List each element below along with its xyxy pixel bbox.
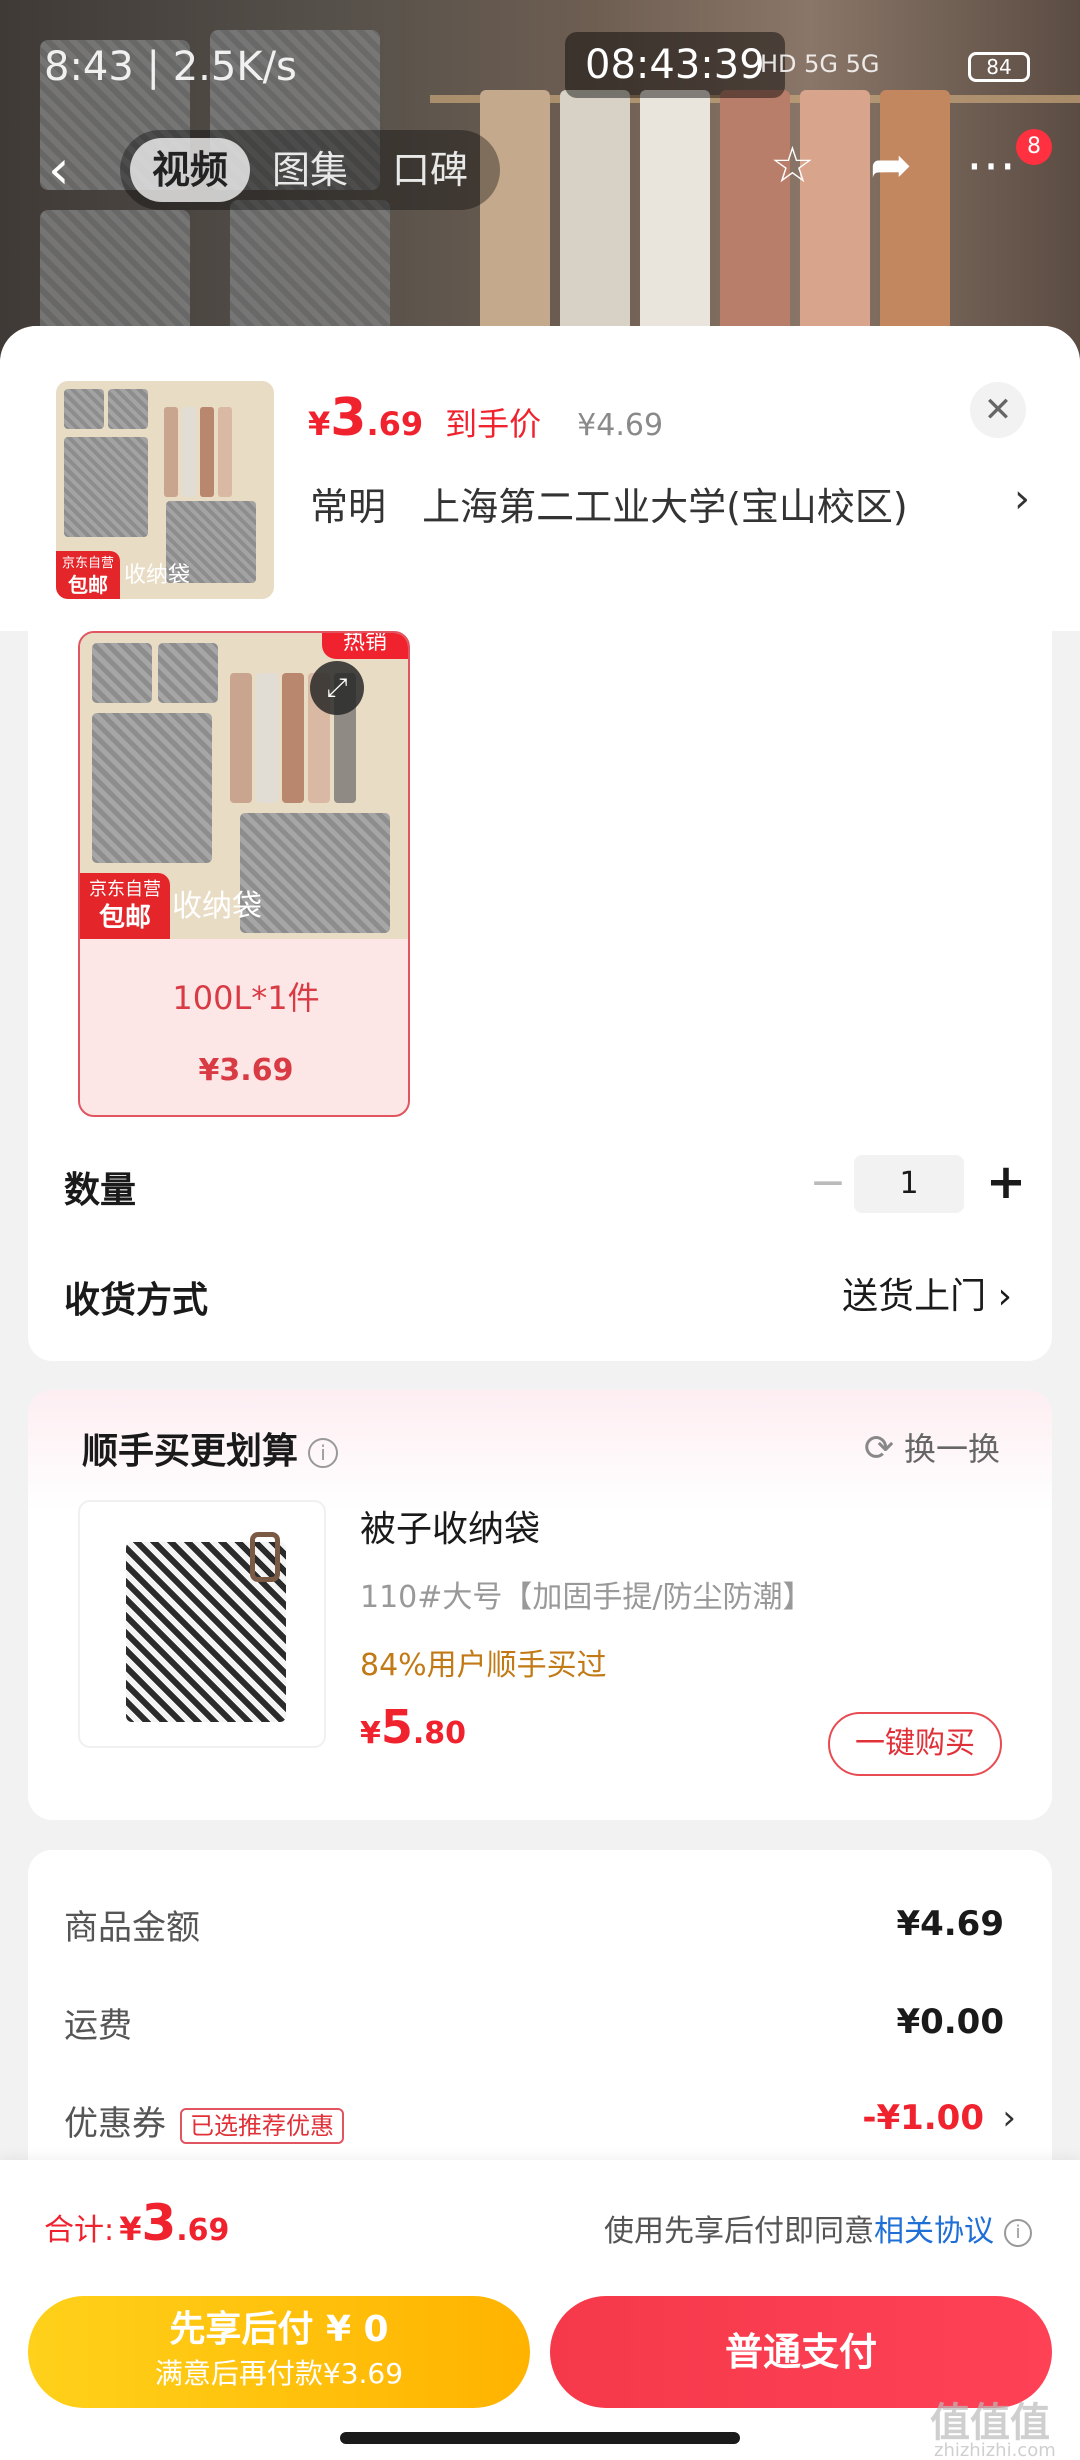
refresh-icon: ⟳ [863,1428,894,1469]
jd-self-operated-tag: 京东自营 包邮 [56,551,120,599]
sheet-header: 京东自营 包邮 收纳袋 ¥ 3 .69 到手价 ¥4.69 ✕ 常明 上海第二工… [0,326,1080,631]
info-icon[interactable]: i [308,1438,339,1468]
quantity-label: 数量 [64,1170,137,1211]
pay-later-subtitle: 满意后再付款¥3.69 [154,2357,404,2390]
upsell-item-spec: 110#大号【加固手提/防尘防潮】 [360,1580,813,1615]
back-icon[interactable]: ‹ [48,143,70,197]
upsell-title: 顺手买更划算 i [82,1422,339,1474]
battery-icon: 84 [968,52,1030,82]
spec-option-name: 100L*1件 [172,979,320,1017]
expand-icon[interactable]: ⤢ [310,661,364,715]
tab-video[interactable]: 视频 [130,138,251,202]
total-price: 合计: ¥3.69 [44,2194,229,2252]
final-price-label: 到手价 [445,405,542,443]
coupon-tag: 已选推荐优惠 [180,2107,344,2144]
total-label: 合计: [44,2213,115,2248]
tab-reviews[interactable]: 口碑 [370,138,490,202]
spec-option-price: ¥3.69 [198,1053,294,1088]
pay-later-button[interactable]: 先享后付 ¥ 0 满意后再付款¥3.69 [28,2296,530,2408]
star-icon[interactable]: ☆ [770,135,815,195]
status-bar: 8:43 | 2.5K/s 08:43:39 HD 5G 5G 84 [0,0,1080,120]
notification-badge: 8 [1016,129,1052,165]
media-tabs: 视频 图集 口碑 [120,130,501,210]
chevron-right-icon: › [1014,476,1030,522]
address-row[interactable]: 常明 上海第二工业大学(宝山校区) › [310,476,1030,536]
upsell-price: ¥5.80 [360,1700,466,1754]
upsell-price-decimal: .80 [412,1716,467,1751]
total-integer: 3 [141,2194,177,2252]
price-symbol: ¥ [308,405,331,443]
goods-amount-value: ¥4.69 [896,1904,1004,1944]
close-button[interactable]: ✕ [970,382,1026,438]
watermark-url: zhizhizhi.com [934,2440,1056,2460]
price-decimal: .69 [366,405,424,443]
total-symbol: ¥ [119,2210,142,2248]
agreement-prefix: 使用先享后付即同意 [604,2214,874,2249]
checkout-sheet: 京东自营 包邮 收纳袋 ¥ 3 .69 到手价 ¥4.69 ✕ 常明 上海第二工… [0,326,1080,2460]
delivery-method-value: 送货上门 [842,1276,987,1317]
swap-label: 换一换 [903,1430,1000,1468]
upsell-item-name[interactable]: 被子收纳袋 [360,1500,540,1552]
quantity-plus-button[interactable]: + [976,1151,1036,1215]
shipping-label: 运费 [64,2006,132,2046]
address-text: 上海第二工业大学(宝山校区) [422,485,908,529]
spec-option-image: 京东自营 包邮 收纳袋 热销 ⤢ [80,633,408,939]
one-click-buy-button[interactable]: 一键购买 [828,1712,1002,1776]
upsell-card: 顺手买更划算 i ⟳ 换一换 被子收纳袋 110#大号【加固手提/防尘防潮】 84%… [28,1390,1052,1820]
total-decimal: .69 [176,2213,230,2248]
top-nav: ‹ 视频 图集 口碑 ☆ ➦ ⋯ 8 [0,125,1080,215]
upsell-bought-text: 84%用户顺手买过 [360,1648,607,1683]
jd-self-operated-tag: 京东自营 包邮 [80,873,170,939]
spec-image-caption: 收纳袋 [172,889,262,924]
spec-option-selected[interactable]: 京东自营 包邮 收纳袋 热销 ⤢ 100L*1件 ¥3.69 [78,631,410,1117]
upsell-price-symbol: ¥ [360,1716,381,1751]
delivery-method-selector[interactable]: 送货上门 › [842,1267,1012,1319]
tab-gallery[interactable]: 图集 [250,138,370,202]
status-left-text: 8:43 | 2.5K/s [44,44,297,90]
price-integer: 3 [330,388,367,448]
upsell-price-integer: 5 [380,1700,413,1754]
chevron-right-icon[interactable]: › [1002,2098,1016,2138]
bag-handle [250,1532,280,1582]
thumb-caption: 收纳袋 [124,563,191,588]
home-indicator[interactable] [340,2432,740,2444]
swap-button[interactable]: ⟳ 换一换 [864,1424,1000,1470]
jd-tag-line2: 包邮 [68,573,108,597]
price-row: ¥ 3 .69 到手价 ¥4.69 [308,388,663,458]
spec-card: 京东自营 包邮 收纳袋 热销 ⤢ 100L*1件 ¥3.69 数量 − 1 + … [28,631,1052,1361]
bottom-pay-bar: 合计: ¥3.69 使用先享后付即同意相关协议 i 先享后付 ¥ 0 满意后再付款… [0,2160,1080,2460]
goods-amount-label: 商品金额 [64,1908,200,1948]
recipient-name: 常明 [310,485,387,529]
more-icon[interactable]: ⋯ [966,135,1016,195]
upsell-item-image[interactable] [78,1500,326,1748]
original-price: ¥4.69 [577,408,664,443]
coupon-label: 优惠券 [64,2104,166,2144]
quantity-value[interactable]: 1 [854,1155,964,1213]
network-indicator: HD 5G 5G [760,50,880,78]
hot-sale-tag: 热销 [322,633,408,659]
agreement-text: 使用先享后付即同意相关协议 i [604,2206,1032,2250]
coupon-row[interactable]: 优惠券 已选推荐优惠 [64,2096,344,2145]
jd-tag-line2: 包邮 [98,903,151,933]
agreement-link[interactable]: 相关协议 [874,2214,994,2249]
jd-tag-line1: 京东自营 [61,556,114,571]
quantity-minus-button[interactable]: − [798,1155,858,1215]
shipping-value: ¥0.00 [896,2002,1004,2042]
delivery-method-label: 收货方式 [64,1280,209,1321]
coupon-value[interactable]: -¥1.00 [862,2098,984,2138]
product-thumbnail: 京东自营 包邮 收纳袋 [56,381,274,599]
pay-later-title: 先享后付 ¥ 0 [169,2309,389,2350]
upsell-title-text: 顺手买更划算 [82,1431,299,1472]
info-icon[interactable]: i [1004,2218,1032,2247]
chevron-right-icon: › [997,1276,1012,1317]
time-pill: 08:43:39 [565,32,785,98]
share-icon[interactable]: ➦ [870,135,912,195]
jd-tag-line1: 京东自营 [89,879,161,900]
